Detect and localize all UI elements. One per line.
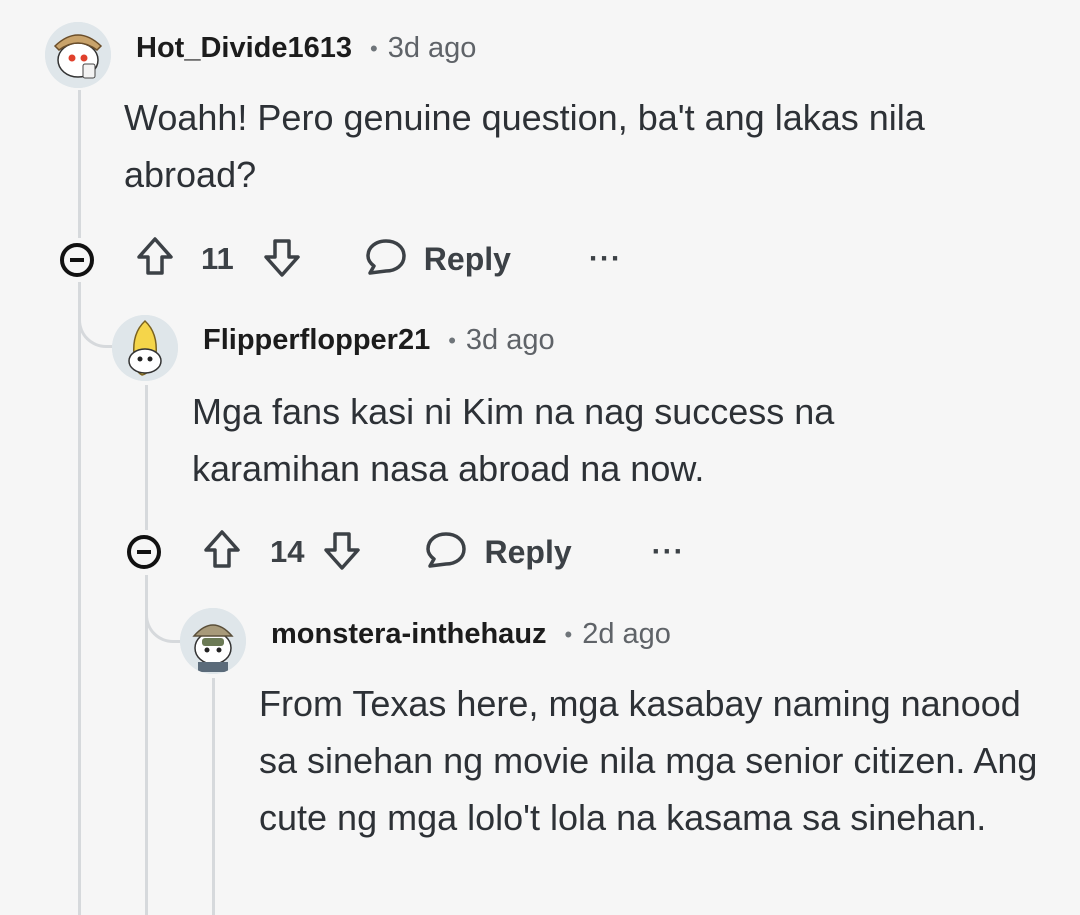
comment-meta: monstera-inthehauz • 2d ago <box>271 618 671 651</box>
thread-line-level-2[interactable] <box>145 385 148 530</box>
upvote-icon[interactable] <box>202 528 242 577</box>
separator-dot: • <box>448 327 456 353</box>
speech-bubble-icon <box>364 235 408 284</box>
thread-line-level-3[interactable] <box>212 678 215 915</box>
downvote-icon[interactable] <box>322 528 362 577</box>
timestamp: 3d ago <box>465 324 555 356</box>
comment-body: Mga fans kasi ni Kim na nag success na k… <box>192 391 835 489</box>
downvote-icon[interactable] <box>262 235 302 284</box>
reply-label: Reply <box>484 533 572 570</box>
thread-line-level-1-lower[interactable] <box>78 282 81 915</box>
more-options-icon[interactable]: ··· <box>652 535 685 569</box>
reply-label: Reply <box>423 240 511 277</box>
avatar-image <box>180 608 246 674</box>
username[interactable]: Hot_Divide1613 <box>136 32 352 65</box>
comment-body: From Texas here, mga kasabay naming nano… <box>259 683 1038 838</box>
separator-dot: • <box>564 621 573 647</box>
comment-actions: 14 Reply ··· <box>202 527 685 577</box>
avatar[interactable] <box>45 22 111 88</box>
username[interactable]: Flipperflopper21 <box>203 324 430 357</box>
avatar-image <box>45 22 111 88</box>
reply-button[interactable]: Reply <box>424 528 572 577</box>
comment-meta: Flipperflopper21 • 3d ago <box>203 324 555 357</box>
upvote-icon[interactable] <box>135 235 175 284</box>
vote-count: 11 <box>201 241 234 276</box>
separator-dot: • <box>370 35 378 61</box>
collapse-icon[interactable] <box>60 243 94 277</box>
collapse-icon[interactable] <box>127 535 161 569</box>
avatar[interactable] <box>112 315 178 381</box>
comment-meta: Hot_Divide1613 • 3d ago <box>136 32 476 65</box>
reply-button[interactable]: Reply <box>364 235 511 284</box>
timestamp: 2d ago <box>582 618 671 650</box>
more-options-icon[interactable]: ··· <box>589 242 622 276</box>
comment-thread: Hot_Divide1613 • 3d ago Woahh! Pero genu… <box>0 0 1080 915</box>
thread-line-level-1[interactable] <box>78 90 81 238</box>
username[interactable]: monstera-inthehauz <box>271 618 547 651</box>
avatar[interactable] <box>180 608 246 674</box>
avatar-image <box>112 315 178 381</box>
comment-body: Woahh! Pero genuine question, ba't ang l… <box>124 97 925 195</box>
speech-bubble-icon <box>424 528 468 577</box>
timestamp: 3d ago <box>387 32 477 64</box>
vote-count: 14 <box>270 534 305 569</box>
comment-actions: 11 Reply ··· <box>135 234 622 284</box>
